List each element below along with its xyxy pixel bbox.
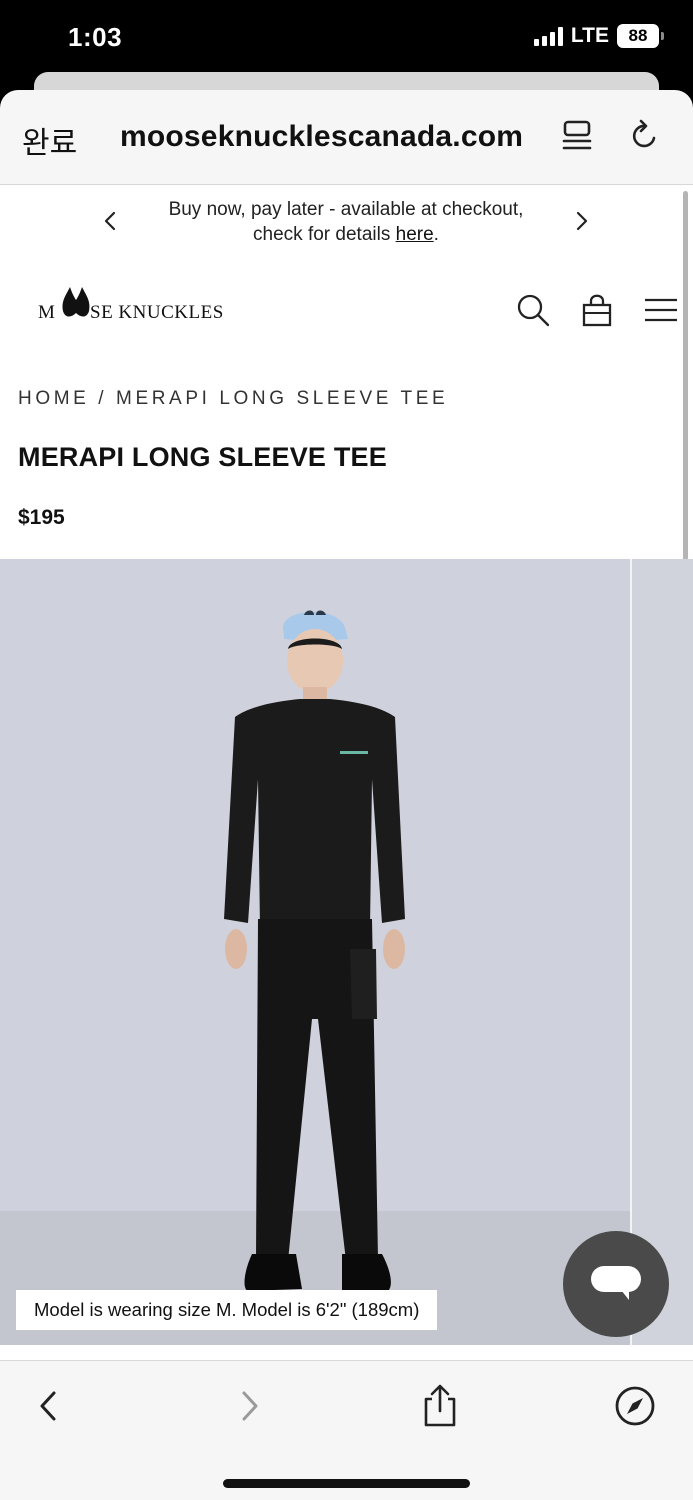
search-icon[interactable] (515, 292, 551, 328)
status-indicators: LTE 88 (533, 24, 664, 48)
chevron-right-icon[interactable] (572, 207, 592, 235)
status-time: 1:03 (68, 22, 123, 52)
next-slide-preview[interactable] (632, 559, 693, 1345)
chat-button[interactable] (563, 1231, 669, 1337)
battery-level: 88 (628, 26, 648, 45)
promo-message: Buy now, pay later - available at checko… (168, 199, 524, 245)
product-image-gallery[interactable]: Model is wearing size M. Model is 6'2" (… (0, 559, 693, 1345)
back-icon[interactable] (32, 1387, 66, 1425)
share-icon[interactable] (420, 1383, 460, 1429)
model-size-caption: Model is wearing size M. Model is 6'2" (… (16, 1290, 438, 1330)
status-bar: 1:03 LTE 88 (0, 0, 693, 78)
web-content: Buy now, pay later - available at checko… (0, 185, 693, 1360)
product-title: MERAPI LONG SLEEVE TEE (18, 442, 387, 472)
menu-icon[interactable] (643, 295, 679, 325)
slide-divider (630, 559, 632, 1345)
browser-address-bar: 완료 mooseknucklescanada.com (0, 90, 693, 185)
compass-icon[interactable] (614, 1385, 656, 1427)
site-header: M SE KNUCKLES (0, 275, 693, 345)
brand-logo[interactable]: M SE KNUCKLES (38, 285, 250, 325)
breadcrumb[interactable]: HOME / MERAPI LONG SLEEVE TEE (18, 388, 448, 410)
promo-suffix: . (433, 224, 439, 245)
product-photo (224, 610, 405, 1291)
url-field[interactable]: mooseknucklescanada.com (120, 120, 523, 154)
promo-banner: Buy now, pay later - available at checko… (0, 185, 693, 263)
home-indicator[interactable] (223, 1479, 470, 1488)
bag-icon[interactable] (580, 291, 614, 329)
chat-bubble-icon (591, 1266, 641, 1300)
browser-toolbar (0, 1360, 693, 1500)
svg-text:SE KNUCKLES: SE KNUCKLES (90, 302, 224, 323)
svg-text:M: M (38, 302, 55, 323)
signal-icon (533, 26, 563, 46)
chevron-left-icon[interactable] (100, 207, 120, 235)
forward-icon[interactable] (232, 1387, 266, 1425)
reader-mode-icon[interactable] (560, 118, 594, 154)
reload-icon[interactable] (628, 118, 662, 154)
product-price: $195 (18, 506, 65, 529)
promo-text: Buy now, pay later - available at checko… (160, 197, 532, 247)
network-type: LTE (570, 24, 609, 47)
battery-icon: 88 (617, 24, 664, 48)
done-button[interactable]: 완료 (22, 118, 77, 162)
promo-details-link[interactable]: here (396, 224, 434, 245)
